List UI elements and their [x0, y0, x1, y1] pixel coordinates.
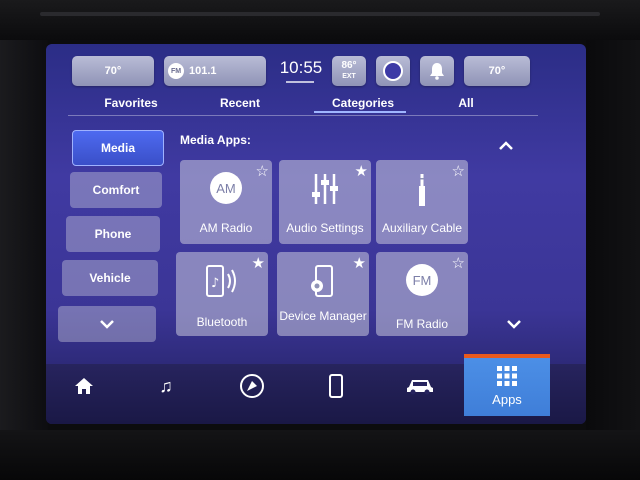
clock: 10:55: [279, 58, 323, 77]
fm-badge-icon: FM: [168, 63, 184, 79]
tile-label: Bluetooth: [196, 315, 248, 329]
aux-plug-icon: [419, 174, 425, 206]
app-tile-bluetooth[interactable]: ★ ♪ Bluetooth: [176, 252, 268, 336]
sidebar-item-label: Phone: [94, 227, 132, 241]
nav-apps-button[interactable]: Apps: [464, 354, 550, 416]
app-tile-fm-radio[interactable]: ☆ FM FM Radio: [376, 252, 468, 336]
svg-text:♪: ♪: [211, 276, 219, 291]
car-icon: [407, 380, 433, 395]
bell-icon: [430, 63, 444, 80]
scroll-up-button[interactable]: [498, 138, 514, 156]
driver-temp-button[interactable]: 70°: [72, 56, 154, 86]
apps-grid-icon: [497, 366, 517, 386]
navigation-icon: [240, 374, 264, 398]
tab-categories[interactable]: Categories: [318, 96, 408, 110]
bezel-top: [0, 0, 640, 40]
sidebar-item-comfort[interactable]: Comfort: [70, 172, 162, 208]
nav-phone-button[interactable]: [316, 370, 356, 402]
tile-label: Auxiliary Cable: [381, 221, 463, 235]
home-icon: [75, 378, 93, 394]
nav-home-button[interactable]: [64, 370, 104, 402]
exterior-temp-value: 86°: [341, 60, 357, 71]
tile-label: AM Radio: [199, 221, 253, 235]
phone-gear-icon: [311, 265, 333, 297]
scroll-down-button[interactable]: [506, 316, 522, 334]
tab-favorites[interactable]: Favorites: [96, 96, 166, 110]
infotainment-screen: 70° FM 101.1 10:55 86° EXT 70° Favorites…: [46, 44, 586, 424]
nav-vehicle-button[interactable]: [400, 370, 440, 402]
radio-station: 101.1: [189, 65, 217, 77]
exterior-temp-label: EXT: [342, 73, 356, 80]
fm-icon: FM: [406, 264, 438, 296]
sidebar-item-label: Comfort: [92, 183, 140, 197]
bezel-right: [586, 40, 640, 440]
app-tile-am-radio[interactable]: ☆ AM AM Radio: [180, 160, 272, 244]
trim-line: [40, 12, 600, 16]
tile-label: Device Manager: [279, 309, 367, 323]
phone-sound-icon: ♪: [206, 265, 236, 297]
sidebar-item-label: Vehicle: [89, 271, 131, 285]
sidebar-item-label: Media: [100, 141, 135, 155]
phone-icon: [329, 374, 343, 398]
app-tile-audio-settings[interactable]: ★ Audio Settings: [279, 160, 371, 244]
sidebar-scroll-down-button[interactable]: [58, 306, 156, 342]
chevron-down-icon: [100, 320, 114, 329]
music-note-icon: ♫: [159, 375, 173, 396]
sliders-icon: [312, 174, 338, 204]
sidebar-item-media[interactable]: Media: [72, 130, 164, 166]
sidebar-item-vehicle[interactable]: Vehicle: [62, 260, 158, 296]
clock-underline: [286, 81, 314, 83]
chevron-up-icon: [499, 141, 513, 150]
tab-all[interactable]: All: [451, 96, 481, 110]
driver-temp-value: 70°: [104, 65, 122, 77]
nav-media-button[interactable]: ♫: [146, 370, 186, 402]
exterior-temp-display: 86° EXT: [332, 56, 366, 86]
voice-icon: [383, 61, 403, 81]
section-label: Media Apps:: [180, 133, 251, 147]
passenger-temp-value: 70°: [488, 65, 506, 77]
status-bar: 70° FM 101.1 10:55 86° EXT 70°: [46, 44, 586, 94]
app-tile-device-manager[interactable]: ★ Device Manager: [277, 252, 369, 336]
chevron-down-icon: [507, 320, 521, 329]
voice-assistant-button[interactable]: [376, 56, 410, 86]
notifications-button[interactable]: [420, 56, 454, 86]
tab-recent[interactable]: Recent: [210, 96, 270, 110]
nav-navigation-button[interactable]: [232, 370, 272, 402]
tile-label: Audio Settings: [286, 221, 364, 235]
now-playing-radio-button[interactable]: FM 101.1: [164, 56, 266, 86]
tile-label: FM Radio: [395, 317, 448, 331]
bezel-bottom: [0, 430, 640, 480]
tab-divider: [68, 115, 538, 116]
app-tile-auxiliary-cable[interactable]: ☆ Auxiliary Cable: [376, 160, 468, 244]
sidebar-item-phone[interactable]: Phone: [66, 216, 160, 252]
am-icon: AM: [210, 172, 242, 204]
nav-apps-label: Apps: [492, 392, 522, 407]
passenger-temp-button[interactable]: 70°: [464, 56, 530, 86]
active-tab-indicator: [314, 111, 406, 113]
bezel-left: [0, 40, 48, 440]
